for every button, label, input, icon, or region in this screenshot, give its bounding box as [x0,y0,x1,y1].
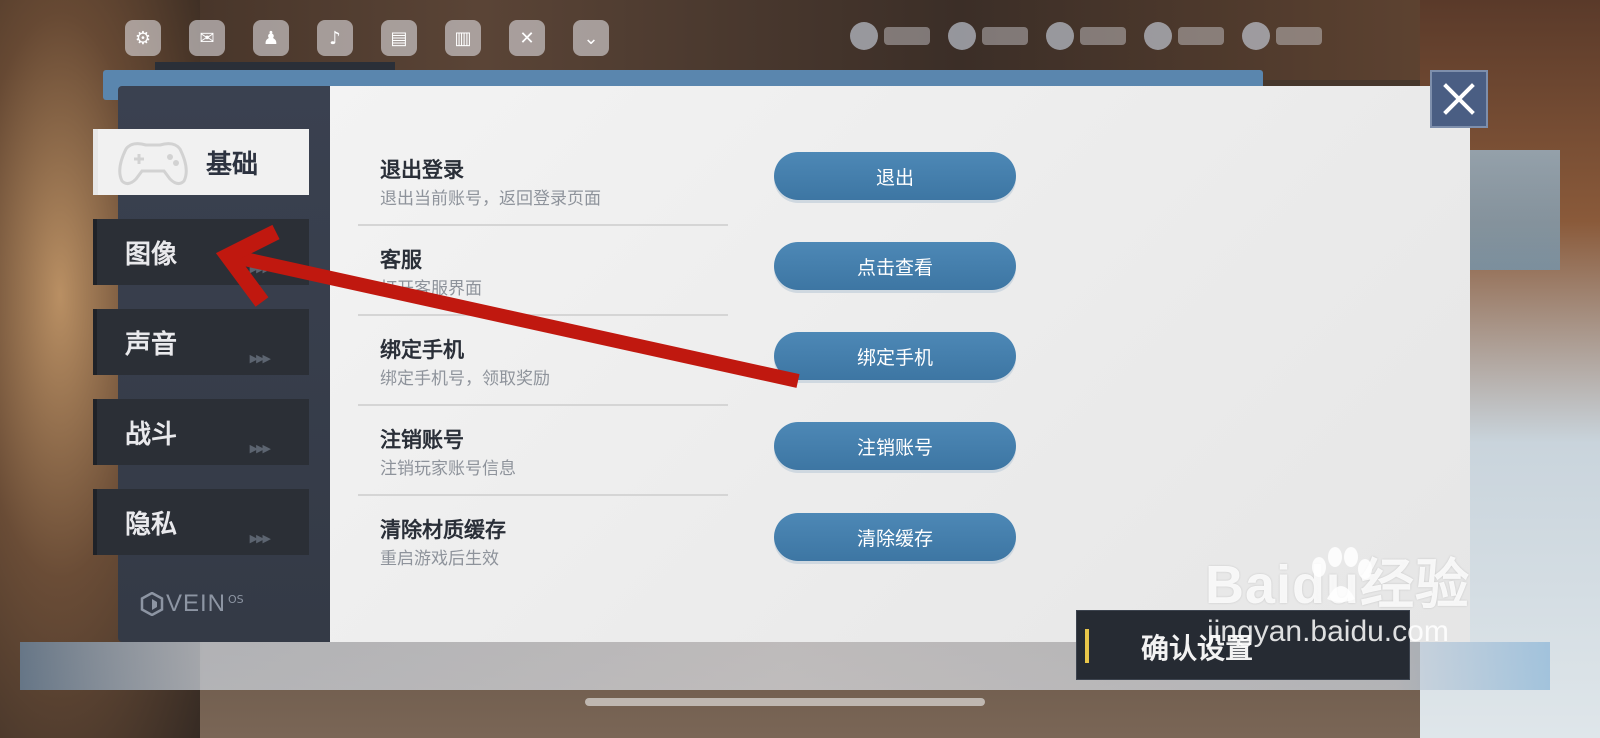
crystal-icon [1046,22,1074,50]
notes-icon[interactable]: ▤ [381,20,417,56]
setting-title: 退出登录 [380,158,464,182]
setting-row-support: 客服 打开客服界面 [358,226,728,316]
resource-5 [1242,22,1322,50]
tab-label: 图像 [125,239,178,270]
setting-row-logout: 退出登录 退出当前账号，返回登录页面 [358,136,728,226]
setting-title: 注销账号 [380,428,464,452]
tab-label: 战斗 [125,419,178,450]
delete-account-button[interactable]: 注销账号 [774,422,1016,470]
hex-logo-icon [140,592,164,616]
top-toolbar: ⚙ ✉ ♟ ♪ ▤ ▥ ✕ ⌄ [125,20,609,56]
resource-value [1276,27,1322,45]
clear-cache-button[interactable]: 清除缓存 [774,513,1016,561]
tab-battle[interactable]: 战斗 ▶▶▶ [93,399,309,465]
view-support-button[interactable]: 点击查看 [774,242,1016,290]
book-icon[interactable]: ▥ [445,20,481,56]
tools-icon[interactable]: ✕ [509,20,545,56]
setting-desc: 打开客服界面 [380,279,482,299]
setting-desc: 重启游戏后生效 [380,549,499,569]
tab-image[interactable]: 图像 ▶▶▶ [93,219,309,285]
resource-4 [1144,22,1224,50]
setting-row-delete-account: 注销账号 注销玩家账号信息 [358,406,728,496]
setting-desc: 绑定手机号，领取奖励 [380,369,550,389]
resource-value [1080,27,1126,45]
resource-3 [1046,22,1126,50]
bind-phone-button[interactable]: 绑定手机 [774,332,1016,380]
arrows-icon: ▶▶▶ [249,442,271,455]
logo-text: VEIN [166,590,227,617]
setting-title: 清除材质缓存 [380,518,506,542]
setting-desc: 退出当前账号，返回登录页面 [380,189,601,209]
home-indicator[interactable] [585,698,985,706]
ticket-icon [1242,22,1270,50]
tab-label: 基础 [206,149,259,180]
tab-label: 隐私 [125,509,178,540]
user-icon[interactable]: ♟ [253,20,289,56]
resource-value [1178,27,1224,45]
arrows-icon: ▶▶▶ [249,352,271,365]
settings-gear-icon[interactable]: ⚙ [125,20,161,56]
resource-2 [948,22,1028,50]
close-button[interactable] [1430,70,1488,128]
gamepad-icon [118,142,188,186]
tab-label: 声音 [125,329,178,360]
background-window [1470,150,1560,270]
shard-icon [1144,22,1172,50]
bell-icon[interactable]: ♪ [317,20,353,56]
chevron-icon[interactable]: ⌄ [573,20,609,56]
setting-row-clear-cache: 清除材质缓存 重启游戏后生效 [358,496,728,586]
setting-desc: 注销玩家账号信息 [380,459,516,479]
mail-icon[interactable]: ✉ [189,20,225,56]
setting-title: 客服 [380,248,422,272]
paw-logo-icon [1312,547,1372,602]
gem-icon [948,22,976,50]
resource-1 [850,22,930,50]
tab-sound[interactable]: 声音 ▶▶▶ [93,309,309,375]
resource-value [982,27,1028,45]
logout-button[interactable]: 退出 [774,152,1016,200]
veinos-logo: VEIN OS [140,590,244,618]
confirm-accent-bar [1085,629,1089,663]
logo-sup: OS [228,592,244,606]
setting-row-bind-phone: 绑定手机 绑定手机号，领取奖励 [358,316,728,406]
tab-privacy[interactable]: 隐私 ▶▶▶ [93,489,309,555]
tab-basic[interactable]: 基础 [93,129,309,195]
close-icon [1443,83,1475,115]
arrows-icon: ▶▶▶ [249,532,271,545]
resource-value [884,27,930,45]
baidu-watermark: Baidu经验 jingyan.baidu.com [1205,547,1470,649]
setting-title: 绑定手机 [380,338,464,362]
currency-icon [850,22,878,50]
watermark-sub: jingyan.baidu.com [1207,615,1449,648]
arrows-icon: ▶▶▶ [249,262,271,275]
resource-bar [850,22,1322,50]
